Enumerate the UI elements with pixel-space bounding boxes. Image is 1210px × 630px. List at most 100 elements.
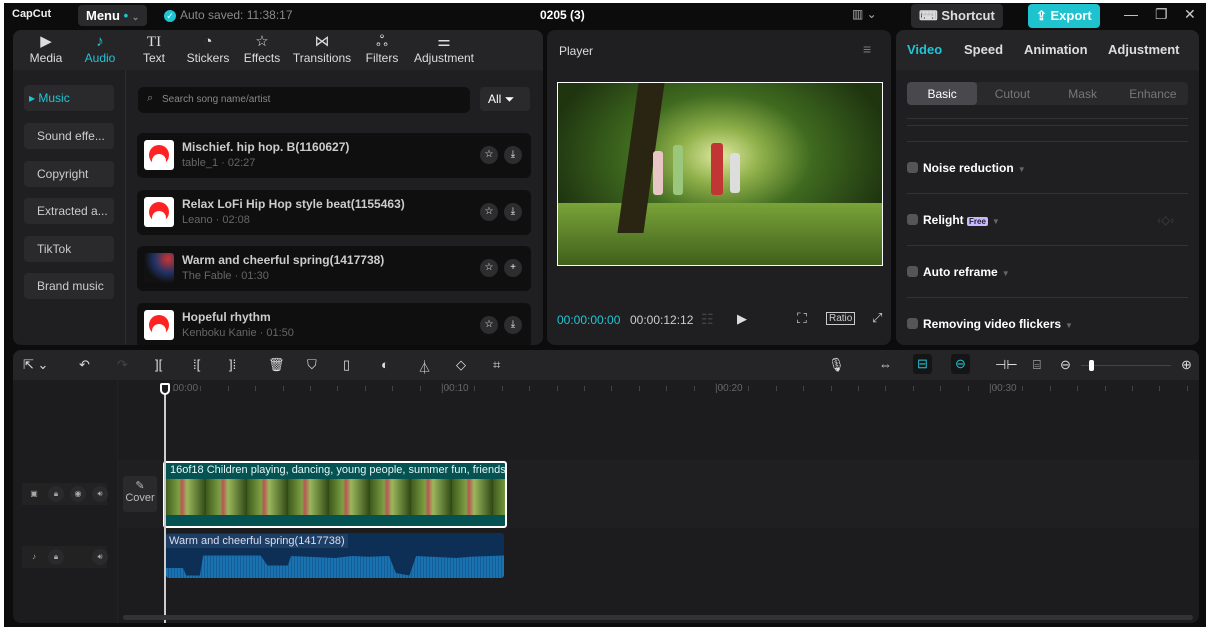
option-label: Relight — [923, 213, 964, 227]
rotate-icon[interactable]: ◇ — [456, 357, 466, 373]
mirror-icon[interactable]: ⏃ — [418, 357, 431, 376]
undo-icon[interactable]: ↶ — [79, 357, 90, 373]
menu-button[interactable]: Menu • ⌄ — [78, 5, 148, 26]
export-button[interactable]: ⇪ Export — [1028, 4, 1100, 28]
keyboard-icon: ⌨ — [919, 8, 942, 23]
download-icon[interactable]: ⤓ — [504, 316, 522, 334]
audio-clip[interactable]: Warm and cheerful spring(1417738) — [166, 533, 504, 578]
fullscreen-icon[interactable]: ⤢ — [872, 310, 882, 326]
player-menu-icon[interactable]: ≡ — [863, 41, 871, 57]
tab-filters[interactable]: ஃ Filters — [355, 30, 409, 70]
lock-icon[interactable]: 🔒︎ — [48, 486, 64, 502]
tab-animation[interactable]: Animation — [1024, 42, 1088, 57]
marker-icon[interactable]: ⛉ — [307, 357, 317, 373]
lock-icon[interactable]: 🔒︎ — [48, 549, 64, 565]
sidebar-item-copyright[interactable]: Copyright — [24, 161, 114, 187]
checkbox[interactable] — [907, 214, 918, 225]
favorite-star-icon[interactable]: ☆ — [480, 146, 498, 164]
checkbox[interactable] — [907, 318, 918, 329]
tab-stickers[interactable]: ◔ Stickers — [181, 30, 235, 70]
tab-speed[interactable]: Speed — [964, 42, 1003, 57]
tab-audio[interactable]: ♪ Audio — [73, 30, 127, 70]
removing-flickers-option[interactable]: Removing video flickers ▼ — [907, 317, 1073, 331]
sidebar-item-music[interactable]: ▸ Music — [24, 85, 114, 111]
tab-media[interactable]: ▶︎ Media — [19, 30, 73, 70]
caret-down-icon: ▼ — [991, 217, 1000, 226]
zoom-in-icon[interactable]: ⊕ — [1181, 357, 1192, 373]
crop-icon[interactable]: ⌗ — [493, 357, 500, 373]
subtab-basic[interactable]: Basic — [907, 82, 978, 105]
linkage-icon[interactable]: ⊖ — [951, 354, 970, 374]
volume-icon[interactable]: 🔊︎ — [92, 549, 108, 565]
zoom-out-icon[interactable]: ⊖ — [1060, 357, 1071, 373]
thumbnail-zoom-icon[interactable]: ⌸ — [1033, 357, 1041, 373]
sidebar-item-sound-effects[interactable]: Sound effe... — [24, 123, 114, 149]
video-preview[interactable] — [557, 82, 883, 266]
waveform-icon[interactable]: ☷ — [701, 311, 714, 328]
split-right-icon[interactable]: ]⁞ — [229, 357, 236, 372]
add-icon[interactable]: + — [504, 259, 522, 277]
sidebar-item-brand-music[interactable]: Brand music — [24, 273, 114, 299]
link-icon[interactable]: ⇔ — [879, 357, 892, 372]
eye-icon[interactable]: ◉ — [70, 486, 86, 502]
song-item[interactable]: Warm and cheerful spring(1417738) The Fab… — [137, 246, 531, 291]
relight-option[interactable]: Relight Free ▼ ‹◇› — [907, 213, 1174, 227]
volume-icon[interactable]: 🔊︎ — [92, 486, 108, 502]
capcut-logo: CapCut — [12, 8, 52, 20]
preview-axis-icon[interactable]: ⊣⊢ — [995, 357, 1018, 373]
layout-icon[interactable]: ▥ ⌄ — [852, 7, 877, 21]
keyframe-nav-icon[interactable]: ‹◇› — [1157, 213, 1174, 227]
subtab-mask[interactable]: Mask — [1048, 82, 1118, 105]
cover-button[interactable]: ✎ Cover — [123, 476, 157, 512]
microphone-icon[interactable]: 🎙︎ — [828, 357, 845, 373]
filter-button[interactable]: All ⏷ — [480, 87, 530, 111]
delete-icon[interactable]: 🗑︎ — [268, 357, 285, 373]
subtab-enhance[interactable]: Enhance — [1118, 82, 1188, 105]
tab-adjustment-props[interactable]: Adjustment — [1108, 42, 1180, 57]
zoom-fit-icon[interactable]: ⛶ — [797, 310, 807, 327]
tab-video[interactable]: Video — [907, 42, 942, 57]
shortcut-button[interactable]: ⌨ Shortcut — [911, 4, 1003, 28]
tab-adjustment[interactable]: ⚌ Adjustment — [409, 30, 479, 70]
tab-transitions[interactable]: ⋈ Transitions — [289, 30, 355, 70]
song-item[interactable]: Mischief. hip hop. B(1160627) table_1 · 0… — [137, 133, 531, 178]
tab-effects[interactable]: ☆ Effects — [235, 30, 289, 70]
auto-reframe-option[interactable]: Auto reframe ▼ — [907, 265, 1010, 279]
freeze-icon[interactable]: ▯ — [343, 357, 350, 373]
audio-waveform — [166, 555, 504, 578]
split-left-icon[interactable]: ⁞[ — [193, 357, 200, 372]
noise-reduction-option[interactable]: Noise reduction ▼ — [907, 161, 1026, 175]
sidebar-item-tiktok[interactable]: TikTok — [24, 236, 114, 262]
transitions-icon: ⋈ — [314, 33, 330, 50]
select-tool-icon[interactable]: ⇱ ⌄ — [23, 357, 48, 373]
ratio-button[interactable]: Ratio — [826, 312, 856, 325]
tab-text[interactable]: TI Text — [127, 30, 181, 70]
checkbox[interactable] — [907, 162, 918, 173]
zoom-slider[interactable] — [1081, 360, 1171, 371]
favorite-star-icon[interactable]: ☆ — [480, 259, 498, 277]
song-item[interactable]: Hopeful rhythm Kenboku Kanie · 01:50 ☆ ⤓ — [137, 303, 531, 345]
reverse-icon[interactable]: ◐ — [381, 357, 389, 372]
checkbox[interactable] — [907, 266, 918, 277]
ruler-tick — [721, 386, 722, 391]
split-icon[interactable]: ][ — [155, 357, 162, 372]
tab-label: Text — [142, 51, 165, 65]
magnet-icon[interactable]: ⊟ — [913, 354, 932, 374]
minimize-icon[interactable]: — — [1124, 6, 1138, 22]
zoom-slider-handle[interactable] — [1089, 360, 1094, 371]
close-icon[interactable]: ✕ — [1184, 6, 1196, 23]
subtab-cutout[interactable]: Cutout — [977, 82, 1047, 105]
favorite-star-icon[interactable]: ☆ — [480, 316, 498, 334]
song-search-input[interactable]: ⌕ Search song name/artist — [138, 87, 470, 113]
horizontal-scrollbar[interactable] — [123, 615, 1193, 620]
video-clip[interactable]: 16of18 Children playing, dancing, young … — [163, 461, 507, 528]
download-icon[interactable]: ⤓ — [504, 203, 522, 221]
play-icon[interactable]: ▶ — [737, 311, 747, 327]
sidebar-item-extracted-audio[interactable]: Extracted a... — [24, 198, 114, 224]
favorite-star-icon[interactable]: ☆ — [480, 203, 498, 221]
playhead[interactable] — [160, 383, 170, 623]
song-item[interactable]: Relax LoFi Hip Hop style beat(1155463) Le… — [137, 190, 531, 235]
restore-icon[interactable]: ❐ — [1155, 6, 1168, 23]
redo-icon[interactable]: ↷ — [117, 357, 128, 373]
download-icon[interactable]: ⤓ — [504, 146, 522, 164]
